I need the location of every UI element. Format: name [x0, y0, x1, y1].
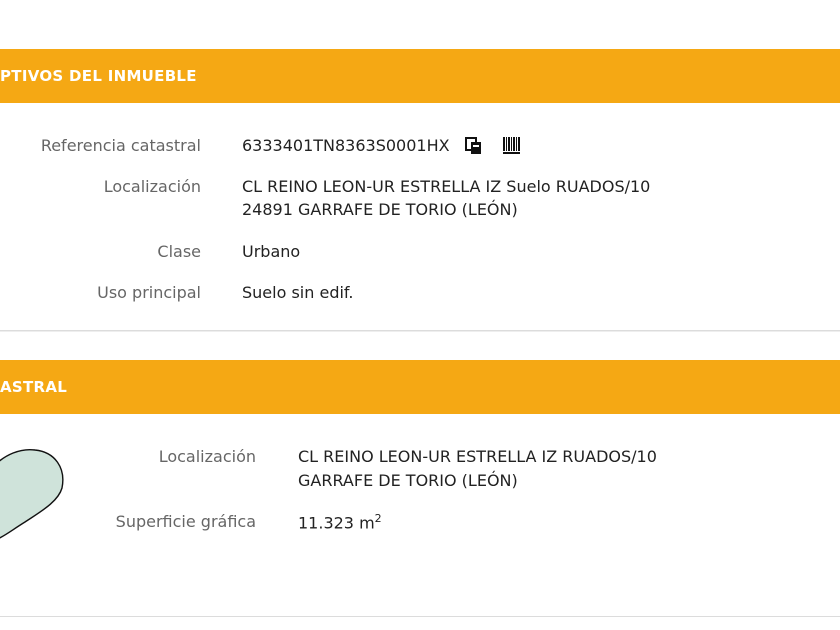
clase-value: Urbano — [242, 242, 301, 261]
localizacion-line1: CL REINO LEON-UR ESTRELLA IZ Suelo RUADO… — [242, 177, 651, 196]
superficie-number: 11.323 m — [298, 513, 375, 533]
superficie-grafica-value: 11.323 m2 — [298, 512, 382, 532]
parcela-localizacion-label: Localización — [158, 447, 256, 466]
section-title: ASTRAL — [0, 378, 68, 396]
section-header-datos-descriptivos: PTIVOS DEL INMUEBLE — [0, 49, 840, 103]
referencia-catastral-value: 6333401TN8363S0001HX — [242, 136, 450, 155]
superficie-unit-exponent: 2 — [374, 512, 382, 525]
section-divider-shadow — [0, 331, 840, 332]
referencia-catastral-label: Referencia catastral — [40, 136, 201, 155]
section-header-parcela-catastral: ASTRAL — [0, 360, 840, 414]
uso-principal-label: Uso principal — [97, 283, 201, 302]
parcela-localizacion-line1: CL REINO LEON-UR ESTRELLA IZ RUADOS/10 — [298, 447, 657, 466]
uso-principal-value: Suelo sin edif. — [242, 283, 354, 302]
localizacion-line2: 24891 GARRAFE DE TORIO (LEÓN) — [242, 200, 518, 219]
parcel-map-thumbnail[interactable] — [0, 440, 70, 550]
barcode-icon[interactable] — [502, 136, 522, 156]
section-divider-bottom — [0, 616, 840, 617]
section-title: PTIVOS DEL INMUEBLE — [0, 67, 197, 85]
clase-label: Clase — [157, 242, 201, 261]
parcela-localizacion-line2: GARRAFE DE TORIO (LEÓN) — [298, 471, 518, 490]
superficie-grafica-label: Superficie gráfica — [115, 512, 256, 531]
localizacion-label: Localización — [103, 177, 201, 196]
copy-icon[interactable] — [465, 137, 483, 155]
